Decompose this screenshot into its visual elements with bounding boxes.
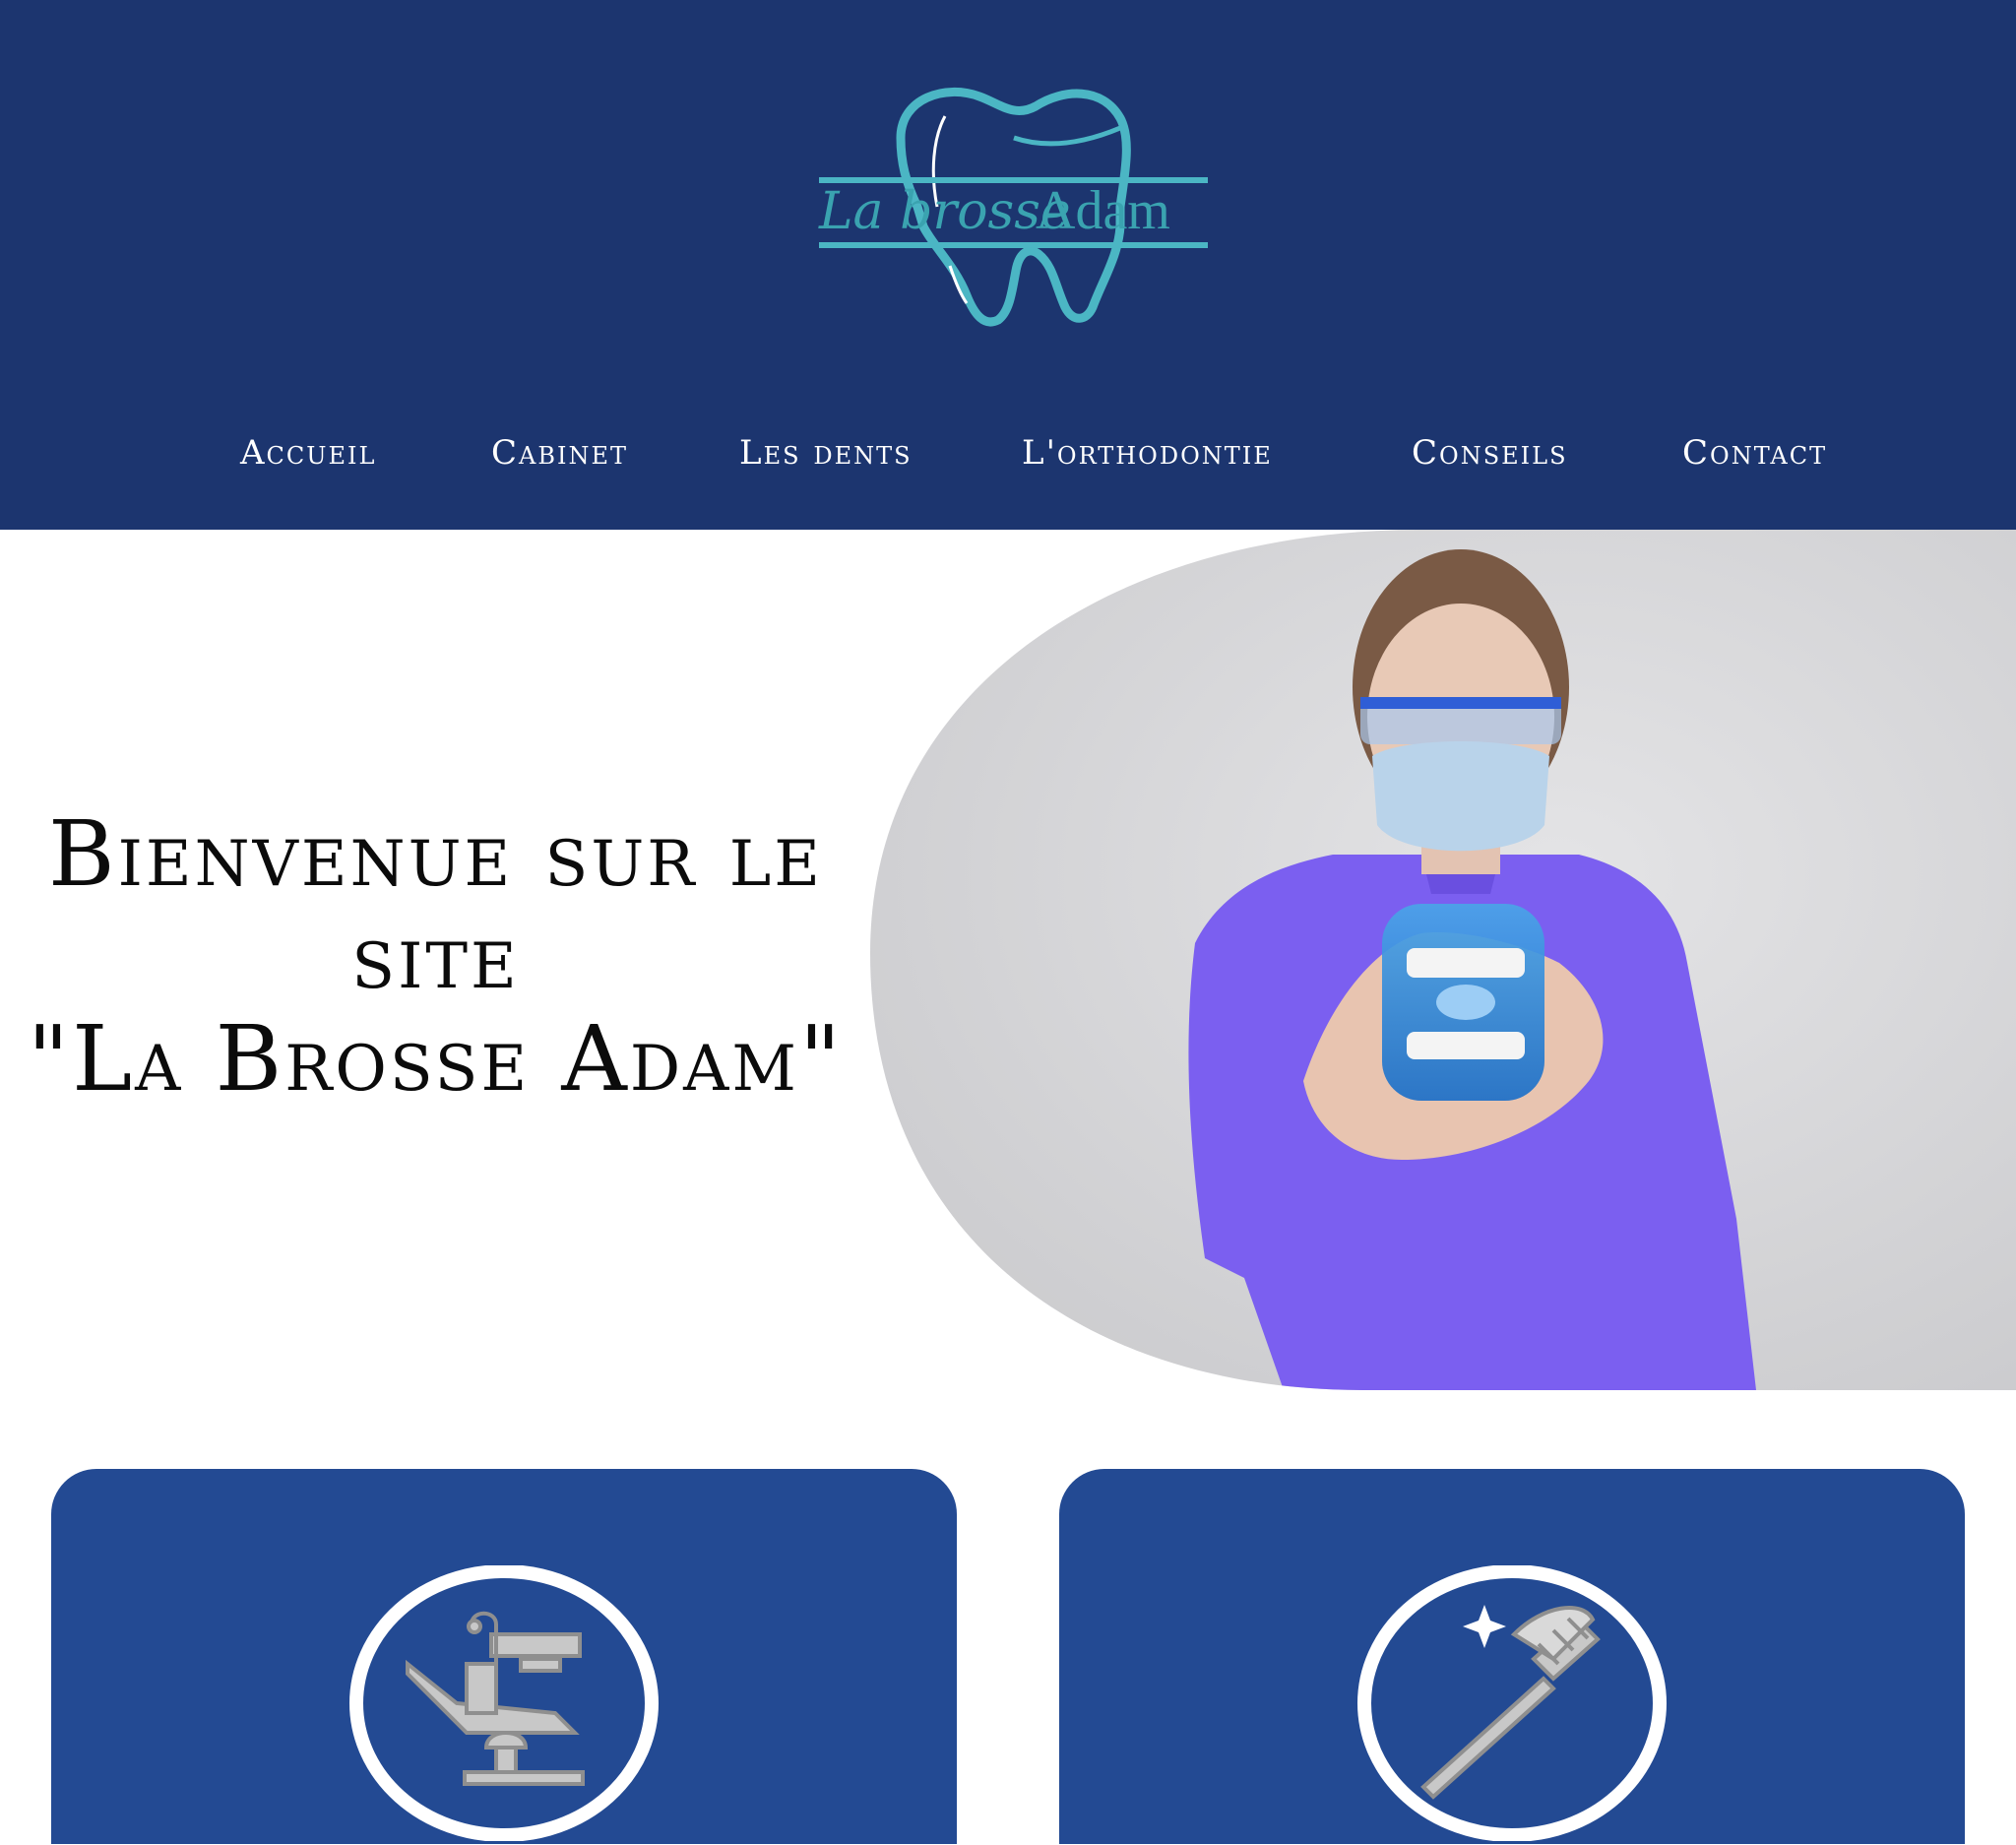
main-nav: Accueil Cabinet Les dents L'orthodontie … (0, 433, 2016, 492)
hero-title-line-2: site (351, 904, 520, 1009)
svg-text:La brosse: La brosse (818, 182, 1071, 241)
nav-item-accueil[interactable]: Accueil (240, 433, 376, 473)
hero-title-line-3: "La Brosse Adam" (27, 1006, 845, 1112)
nav-item-conseils[interactable]: Conseils (1412, 433, 1568, 473)
hero-section: Bienvenue sur le site "La Brosse Adam" (0, 530, 2016, 1390)
hero-title-line-1: Bienvenue sur le (48, 801, 823, 907)
hero-photo (870, 530, 2016, 1390)
service-card-cabinet[interactable] (51, 1469, 957, 1844)
nav-item-les-dents[interactable]: Les dents (739, 433, 913, 473)
nav-item-cabinet[interactable]: Cabinet (491, 433, 628, 473)
hero-title: Bienvenue sur le site "La Brosse Adam" (0, 803, 871, 1111)
svg-text:Adam: Adam (1036, 180, 1170, 241)
nav-item-contact[interactable]: Contact (1682, 433, 1827, 473)
site-header: La brosse Adam Accueil Cabinet Les dents… (0, 0, 2016, 530)
service-card-conseils[interactable] (1059, 1469, 1965, 1844)
tooth-logo-icon: La brosse Adam (818, 87, 1208, 327)
nav-item-orthodontie[interactable]: L'orthodontie (1022, 433, 1273, 473)
site-logo[interactable]: La brosse Adam (807, 79, 1211, 335)
dental-chair-icon (348, 1564, 660, 1842)
toothbrush-icon (1356, 1564, 1668, 1842)
